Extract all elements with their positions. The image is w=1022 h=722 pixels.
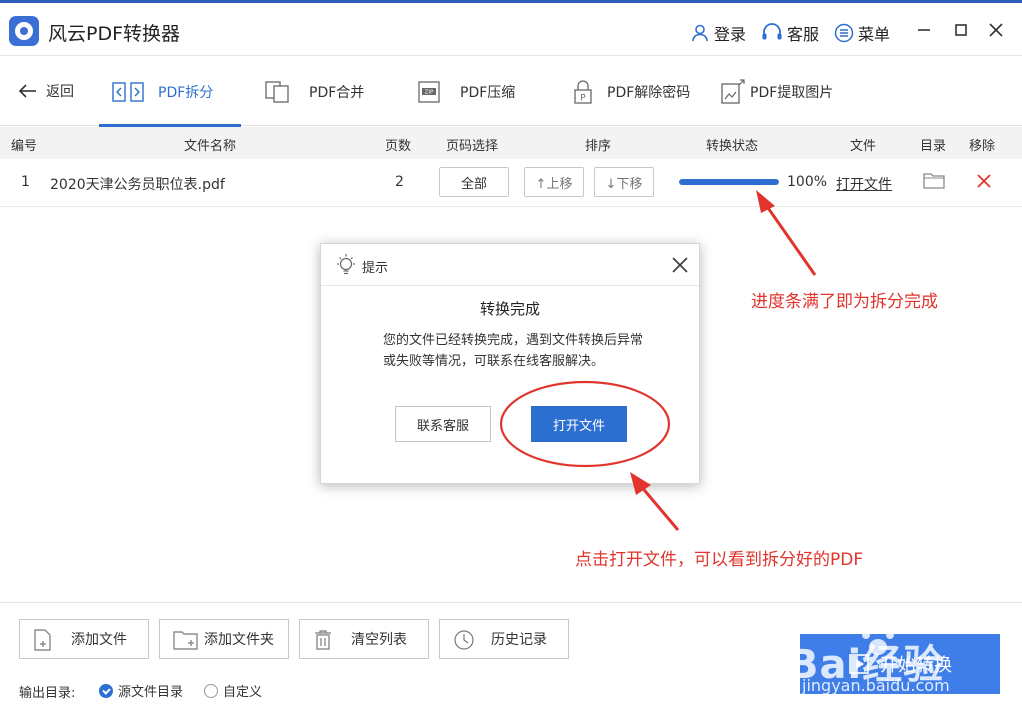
folder-icon	[923, 173, 945, 189]
lightbulb-icon	[337, 254, 355, 275]
service-label: 客服	[787, 25, 820, 44]
row-no: 1	[21, 174, 30, 190]
radio-source-dir[interactable]: 源文件目录	[99, 681, 183, 700]
add-folder-button[interactable]: 添加文件夹	[159, 619, 289, 659]
back-label: 返回	[46, 84, 74, 100]
tab-label: PDF提取图片	[750, 84, 834, 101]
annotation-open-note: 点击打开文件，可以看到拆分好的PDF	[575, 550, 864, 570]
maximize-icon	[955, 24, 967, 36]
bottom-panel: 添加文件 添加文件夹 清空列表 历史记录 输出目录: 源文件目录 自定义 开始转…	[0, 602, 1022, 722]
row-pages: 2	[395, 174, 404, 190]
progress-percent: 100%	[787, 174, 828, 190]
open-file-link[interactable]: 打开文件	[836, 174, 892, 194]
close-icon	[989, 23, 1003, 37]
conversion-complete-dialog: 提示 转换完成 您的文件已经转换完成，遇到文件转换后异常或失败等情况，可联系在线…	[320, 243, 700, 484]
tab-pdf-compress[interactable]: ZIP PDF压缩	[418, 57, 515, 126]
minimize-button[interactable]	[913, 19, 935, 41]
function-toolbar: 返回 PDF拆分 PDF合并 ZIP PDF压缩 P PDF解除密码 PDF提取…	[0, 57, 1022, 127]
login-label: 登录	[714, 25, 747, 44]
svg-text:P: P	[580, 93, 586, 103]
dialog-open-file-button[interactable]: 打开文件	[531, 406, 627, 442]
tab-label: PDF压缩	[460, 84, 516, 101]
radio-custom-dir[interactable]: 自定义	[204, 681, 262, 700]
move-down-button[interactable]: ↓下移	[594, 167, 654, 197]
output-dir-label: 输出目录:	[19, 686, 76, 701]
row-file-name: 2020天津公务员职位表.pdf	[50, 177, 225, 193]
minimize-icon	[918, 29, 930, 31]
annotation-progress-note: 进度条满了即为拆分完成	[751, 292, 938, 312]
dialog-message: 您的文件已经转换完成，遇到文件转换后异常或失败等情况，可联系在线客服解决。	[383, 333, 644, 369]
history-label: 历史记录	[491, 632, 547, 648]
dialog-header: 提示	[321, 244, 699, 286]
app-logo-icon	[9, 16, 39, 46]
folder-button[interactable]	[923, 171, 945, 193]
tab-pdf-unlock[interactable]: P PDF解除密码	[573, 57, 690, 126]
user-icon	[692, 24, 708, 42]
col-name: 文件名称	[184, 139, 237, 154]
start-convert-label: 开始转换	[880, 655, 952, 676]
remove-button[interactable]	[977, 174, 991, 192]
unlock-icon: P	[574, 79, 592, 104]
progress-fill	[679, 179, 779, 185]
image-extract-icon	[721, 78, 745, 104]
maximize-button[interactable]	[950, 19, 972, 41]
col-file: 文件	[850, 139, 877, 154]
menu-list-icon	[834, 23, 854, 43]
add-folder-label: 添加文件夹	[204, 632, 274, 648]
col-dir: 目录	[920, 139, 947, 154]
arrow-left-icon	[18, 84, 36, 98]
col-pages: 页数	[385, 139, 412, 154]
tab-label: PDF拆分	[158, 84, 214, 101]
menu-label: 菜单	[858, 25, 891, 44]
radio-custom-label: 自定义	[223, 685, 263, 700]
tab-label: PDF解除密码	[607, 84, 691, 101]
close-window-button[interactable]	[985, 19, 1007, 41]
svg-text:ZIP: ZIP	[425, 89, 434, 95]
page-range-button[interactable]: 全部	[439, 167, 509, 197]
service-button[interactable]: 客服	[761, 21, 819, 45]
conversion-progress-bar	[679, 179, 779, 185]
dialog-title: 提示	[362, 261, 389, 276]
convert-icon	[849, 654, 869, 674]
radio-source-label: 源文件目录	[118, 685, 184, 700]
col-order: 排序	[585, 139, 612, 154]
add-file-button[interactable]: 添加文件	[19, 619, 149, 659]
login-button[interactable]: 登录	[690, 21, 746, 45]
title-bar: 风云PDF转换器 登录 客服 菜单	[0, 0, 1022, 56]
remove-x-icon	[977, 174, 991, 188]
close-icon	[672, 257, 688, 273]
app-title: 风云PDF转换器	[48, 23, 181, 45]
zip-icon: ZIP	[418, 80, 440, 103]
menu-button[interactable]: 菜单	[834, 21, 890, 45]
col-no: 编号	[11, 139, 38, 154]
move-up-button[interactable]: ↑上移	[524, 167, 584, 197]
col-remove: 移除	[969, 139, 996, 154]
back-button[interactable]: 返回	[18, 81, 74, 101]
tab-pdf-extract-images[interactable]: PDF提取图片	[720, 57, 833, 126]
headset-icon	[762, 23, 782, 40]
dialog-heading: 转换完成	[479, 300, 540, 318]
add-file-label: 添加文件	[71, 632, 127, 648]
start-convert-button[interactable]: 开始转换	[800, 634, 1000, 694]
radio-unchecked-icon	[204, 683, 218, 698]
contact-service-button[interactable]: 联系客服	[395, 406, 491, 442]
tab-pdf-merge[interactable]: PDF合并	[265, 57, 364, 126]
tab-label: PDF合并	[309, 84, 365, 101]
col-status: 转换状态	[706, 139, 759, 154]
split-icon	[112, 81, 144, 102]
table-header: 编号 文件名称 页数 页码选择 排序 转换状态 文件 目录 移除	[0, 127, 1022, 159]
clear-list-label: 清空列表	[351, 632, 407, 648]
tab-pdf-split[interactable]: PDF拆分	[99, 57, 241, 127]
clear-list-button[interactable]: 清空列表	[299, 619, 429, 659]
table-row: 1 2020天津公务员职位表.pdf 2 全部 ↑上移 ↓下移 100% 打开文…	[0, 159, 1022, 207]
radio-checked-icon	[99, 683, 113, 698]
merge-icon	[265, 80, 289, 103]
col-range: 页码选择	[446, 139, 499, 154]
history-button[interactable]: 历史记录	[439, 619, 569, 659]
dialog-close-button[interactable]	[669, 254, 691, 276]
